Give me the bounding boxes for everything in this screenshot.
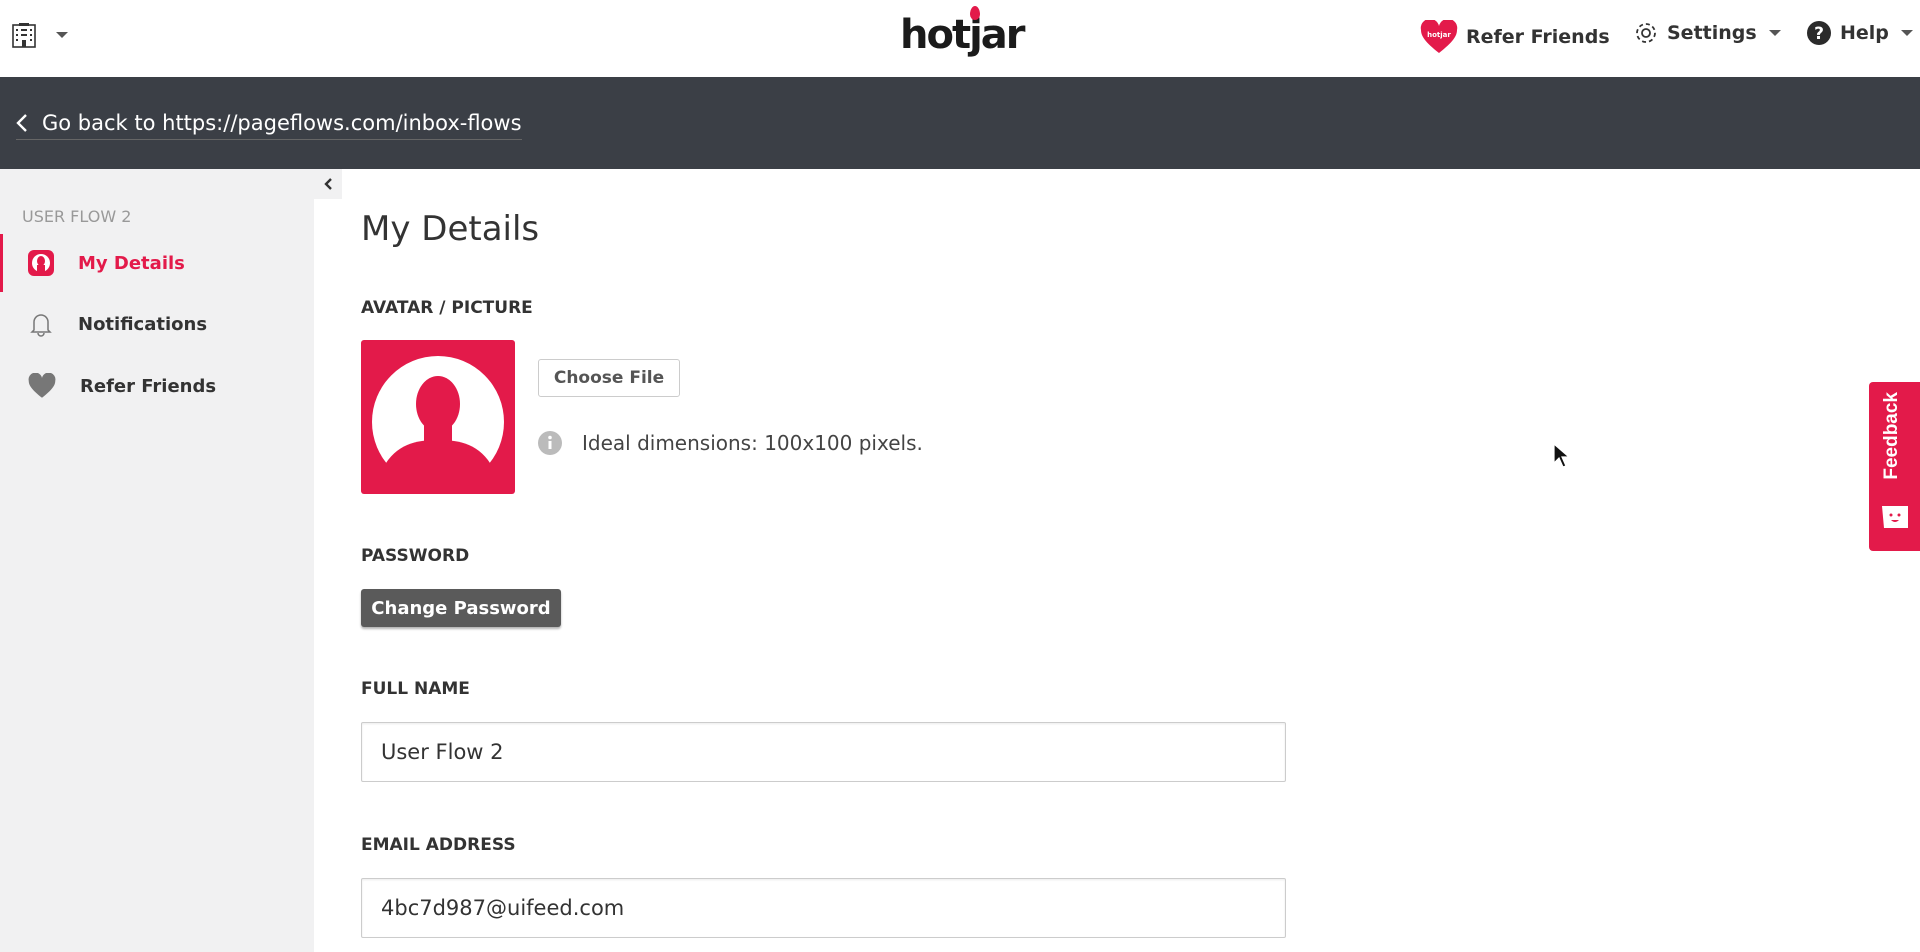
- sidebar-item-label: Notifications: [78, 313, 208, 335]
- avatar-label: AVATAR / PICTURE: [361, 298, 533, 318]
- svg-text:hotjar: hotjar: [1427, 31, 1451, 39]
- back-bar: Go back to https://pageflows.com/inbox-f…: [0, 77, 1920, 169]
- chevron-down-icon: [56, 32, 68, 38]
- logo-text: hotjar: [900, 12, 1026, 58]
- sidebar-heading: USER FLOW 2: [22, 207, 132, 226]
- refer-friends-link[interactable]: hotjar Refer Friends: [1420, 20, 1610, 54]
- go-back-link[interactable]: Go back to https://pageflows.com/inbox-f…: [16, 111, 522, 140]
- dimensions-hint-text: Ideal dimensions: 100x100 pixels.: [582, 431, 923, 455]
- change-password-button[interactable]: Change Password: [361, 589, 561, 627]
- feedback-tab[interactable]: Feedback: [1869, 382, 1920, 551]
- sidebar: USER FLOW 2 My Details Notifications Ref…: [0, 169, 314, 952]
- go-back-label: Go back to https://pageflows.com/inbox-f…: [42, 111, 522, 135]
- dimensions-hint: Ideal dimensions: 100x100 pixels.: [538, 431, 923, 455]
- sidebar-item-label: Refer Friends: [80, 375, 217, 397]
- sidebar-item-notifications[interactable]: Notifications: [0, 295, 314, 353]
- svg-text:?: ?: [1814, 24, 1824, 44]
- sidebar-item-my-details[interactable]: My Details: [0, 234, 314, 292]
- feedback-label: Feedback: [1881, 392, 1902, 480]
- bell-icon: [30, 314, 52, 337]
- chat-smiley-icon: [1882, 506, 1908, 528]
- question-circle-icon: ?: [1807, 21, 1831, 45]
- heart-icon: [28, 373, 56, 398]
- chevron-left-icon: [16, 114, 27, 132]
- page-title: My Details: [361, 209, 540, 249]
- help-menu[interactable]: ? Help: [1806, 20, 1913, 46]
- sidebar-item-refer-friends[interactable]: Refer Friends: [0, 357, 314, 415]
- email-input[interactable]: [361, 878, 1286, 938]
- full-name-input[interactable]: [361, 722, 1286, 782]
- chevron-down-icon: [1768, 30, 1781, 36]
- mouse-cursor-icon: [1553, 443, 1571, 468]
- sidebar-item-label: My Details: [78, 252, 185, 274]
- hotjar-heart-icon: hotjar: [1420, 20, 1458, 53]
- collapse-sidebar-button[interactable]: [314, 169, 342, 199]
- choose-file-button[interactable]: Choose File: [538, 359, 680, 397]
- user-icon: [28, 250, 54, 276]
- flame-icon: [970, 6, 980, 20]
- refer-friends-label: Refer Friends: [1466, 26, 1610, 48]
- settings-menu[interactable]: Settings: [1633, 20, 1781, 46]
- settings-label: Settings: [1667, 22, 1757, 44]
- full-name-label: FULL NAME: [361, 679, 470, 699]
- chevron-down-icon: [1900, 30, 1913, 36]
- top-navbar: hotjar hotjar Refer Friends Settings ? H…: [0, 0, 1920, 77]
- avatar: [361, 340, 515, 494]
- email-label: EMAIL ADDRESS: [361, 835, 516, 855]
- info-icon: [538, 431, 562, 455]
- organization-switcher[interactable]: [12, 22, 68, 48]
- gear-icon: [1636, 23, 1656, 43]
- password-label: PASSWORD: [361, 546, 470, 566]
- building-icon: [12, 23, 36, 48]
- help-label: Help: [1840, 22, 1889, 44]
- chevron-left-icon: [324, 178, 332, 190]
- hotjar-logo[interactable]: hotjar: [900, 6, 1026, 58]
